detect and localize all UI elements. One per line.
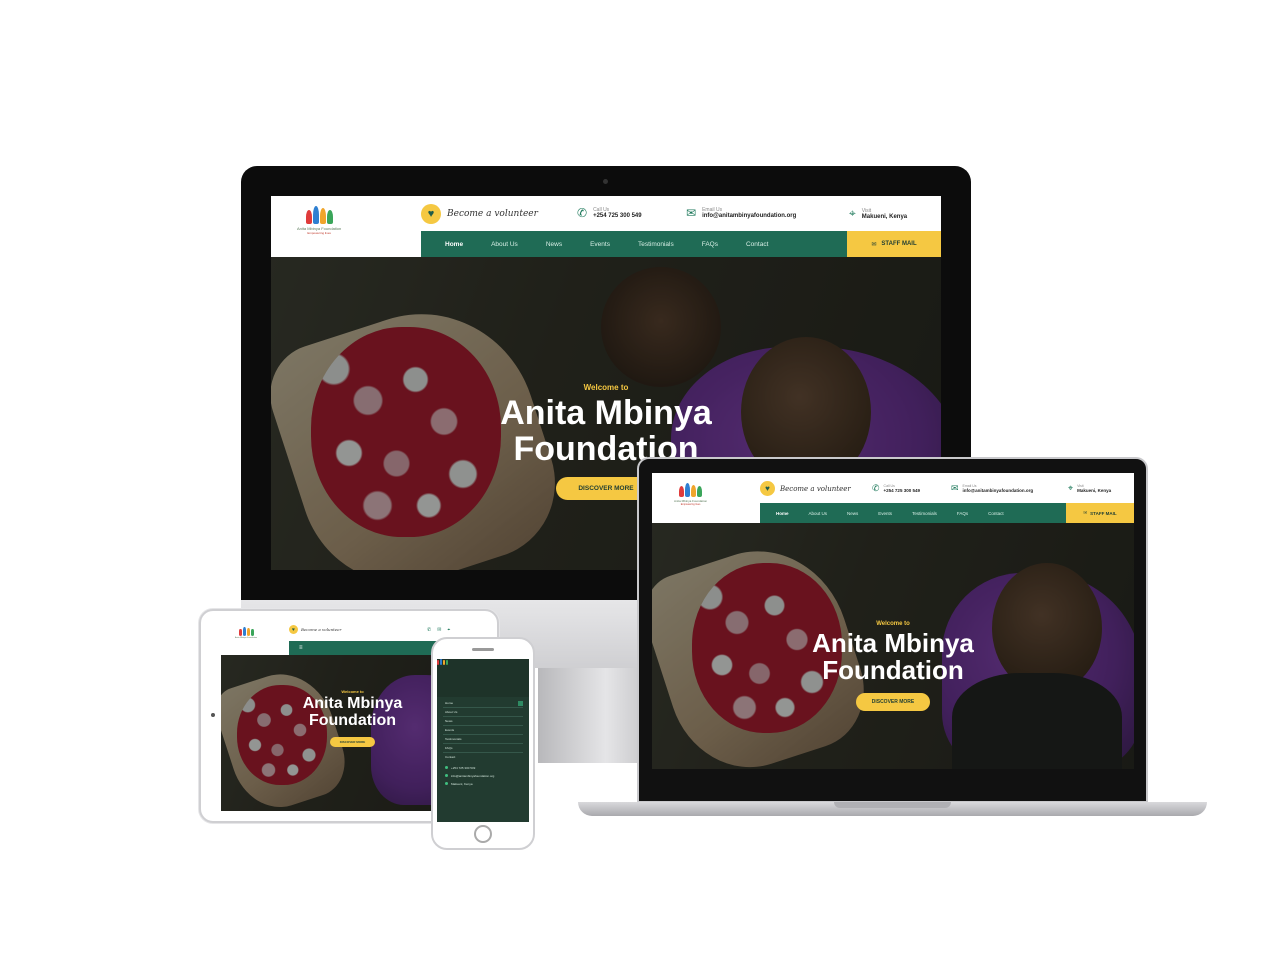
phone-menu-about[interactable]: About Us [445,710,457,714]
close-icon[interactable] [518,701,523,706]
phone-icon [445,766,448,769]
site-logo[interactable]: Anita Mbinya Foundation Empowering lives [297,206,341,235]
staff-mail-button[interactable]: ✉ STAFF MAIL [847,231,941,257]
staff-mail-button[interactable]: ✉ STAFF MAIL [1066,503,1134,523]
hero-welcome: Welcome to [876,621,910,627]
location-icon: ⌖ [1068,483,1074,493]
hero-title-line1: Anita Mbinya [500,394,712,432]
nav-home[interactable]: Home [445,241,463,248]
contact-location[interactable]: ⌖ Visit Makueni, Kenya [1068,483,1111,494]
email-value: info@anitambinyafoundation.org [962,488,1034,493]
nav-testimonials[interactable]: Testimonials [638,241,674,248]
location-icon[interactable]: ⌖ [447,627,450,633]
phone-menu-faqs[interactable]: FAQs [445,746,453,750]
contact-email[interactable]: ✉ Email Us info@anitambinyafoundation.or… [951,483,1033,494]
hero-content: Welcome to Anita Mbinya Foundation DISCO… [652,621,1134,711]
become-volunteer-link[interactable]: ♥ Become a volunteer [421,204,538,224]
email-value: info@anitambinyafoundation.org [702,213,797,219]
volunteer-text: Become a volunteer [780,484,851,493]
phone-icon[interactable]: ✆ [427,627,431,633]
email-icon[interactable]: ✉ [437,627,441,633]
location-value: Makueni, Kenya [1077,488,1112,493]
discover-more-button[interactable]: DISCOVER MORE [855,692,931,711]
phone-home-button[interactable] [474,825,492,843]
contact-call[interactable]: ✆ Call Us +254 725 300 549 [577,206,642,220]
logo-subtext: Empowering lives [307,231,331,235]
phone-menu-contact[interactable]: Contact [445,755,455,759]
logo-figures-icon [679,483,703,497]
location-value: Makueni, Kenya [861,213,908,220]
contact-email[interactable]: ✉ Email Us info@anitambinyafoundation.or… [686,206,796,220]
nav-events[interactable]: Events [878,511,892,516]
phone-menu-events[interactable]: Events [445,728,454,732]
responsive-mockup: Anita Mbinya Foundation Empowering lives… [0,0,1280,960]
imac-camera [603,179,608,184]
hero-welcome: Welcome to [583,383,629,392]
nav-events[interactable]: Events [590,241,610,248]
become-volunteer-link[interactable]: ♥ Become a volunteer [289,625,341,634]
email-icon [445,774,448,777]
nav-faqs[interactable]: FAQs [957,511,968,516]
hero-section: Welcome to Anita Mbinya Foundation DISCO… [652,523,1134,769]
logo-figures-icon [437,659,529,665]
phone-menu-email[interactable]: info@anitambinyafoundation.org [451,774,494,778]
logo-subtext: Empowering lives [680,503,701,506]
phone-speaker [472,648,494,651]
heart-icon: ♥ [289,625,298,634]
contact-call[interactable]: ✆ Call Us +254 725 300 549 [872,483,920,494]
phone-icon: ✆ [872,483,880,493]
nav-about[interactable]: About Us [809,511,828,516]
discover-more-button[interactable]: DISCOVER MORE [329,736,376,747]
become-volunteer-link[interactable]: ♥ Become a volunteer [760,481,851,496]
hero-title-line2: Foundation [822,655,964,686]
nav-news[interactable]: News [546,241,562,248]
mail-icon: ✉ [871,241,877,248]
email-icon: ✉ [951,483,959,493]
main-nav: Home About Us News Events Testimonials F… [421,231,941,257]
heart-icon: ♥ [421,204,441,224]
nav-faqs[interactable]: FAQs [702,241,718,248]
heart-icon: ♥ [760,481,775,496]
phone-menu-testimonials[interactable]: Testimonials [445,737,462,741]
staff-mail-label: STAFF MAIL [881,241,917,247]
site-logo[interactable]: Anita Mbinya Foundation [235,627,257,639]
logo-text: Anita Mbinya Foundation [235,637,258,639]
call-value: +254 725 300 549 [883,488,920,493]
main-nav: Home About Us News Events Testimonials F… [760,503,1134,523]
laptop-website: Anita Mbinya Foundation Empowering lives… [652,473,1134,769]
logo-figures-icon [305,206,333,224]
call-value: +254 725 300 549 [593,213,642,219]
logo-figures-icon [238,627,254,636]
phone-menu-home[interactable]: Home [445,701,453,705]
staff-mail-label: STAFF MAIL [1090,510,1117,516]
nav-contact[interactable]: Contact [988,511,1004,516]
volunteer-text: Become a volunteer [301,627,342,632]
nav-home[interactable]: Home [776,511,789,516]
phone-menu-news[interactable]: News [445,719,453,723]
phone-menu-screen: Home About Us News Events Testimonials F… [437,659,529,822]
nav-about[interactable]: About Us [491,241,518,248]
nav-contact[interactable]: Contact [746,241,768,248]
mail-icon: ✉ [1083,510,1088,515]
nav-news[interactable]: News [847,511,858,516]
header-icons: ✆ ✉ ⌖ [427,627,450,633]
phone-menu-call[interactable]: +254 725 300 549 [451,766,475,770]
hero-title-line1: Anita Mbinya [812,628,974,658]
phone-menu-location[interactable]: Makueni, Kenya [451,782,473,786]
phone-icon: ✆ [577,206,588,220]
nav-testimonials[interactable]: Testimonials [912,511,937,516]
email-icon: ✉ [686,206,697,220]
location-icon: ⌖ [849,206,856,220]
tablet-camera [211,713,215,717]
site-logo[interactable]: Anita Mbinya Foundation Empowering lives [674,483,707,506]
contact-location[interactable]: ⌖ Visit Makueni, Kenya [849,206,907,221]
menu-icon[interactable]: ≡ [299,645,303,651]
location-icon [445,782,448,785]
laptop-notch [834,802,951,808]
phone-menu-header [437,659,529,697]
site-logo[interactable] [437,659,529,665]
volunteer-text: Become a volunteer [447,209,538,219]
